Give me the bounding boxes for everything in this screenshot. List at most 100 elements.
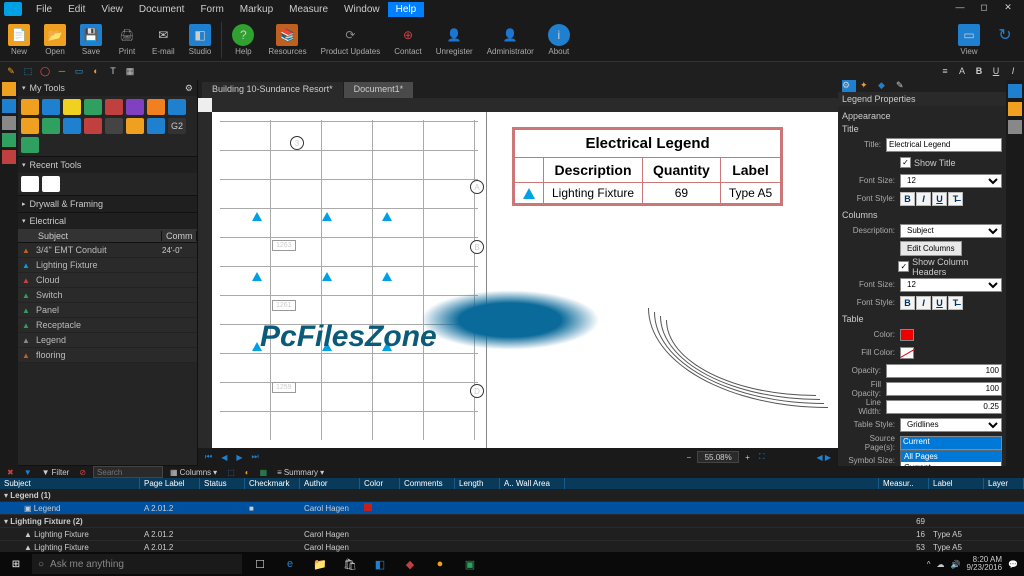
tool-item[interactable] xyxy=(42,118,60,134)
tool-item[interactable] xyxy=(63,99,81,115)
menu-view[interactable]: View xyxy=(93,2,131,17)
sourcepages-select[interactable]: Current xyxy=(900,436,1002,450)
nav-last[interactable]: ⏭ xyxy=(249,452,262,462)
tool-item[interactable] xyxy=(168,99,186,115)
strip-tab-5[interactable] xyxy=(2,150,16,164)
columns-button[interactable]: ▦ Columns ▾ xyxy=(167,468,220,477)
qb-tool-6[interactable]: ◐ xyxy=(89,64,103,78)
menu-measure[interactable]: Measure xyxy=(281,2,336,17)
italic-button[interactable]: I xyxy=(916,192,931,206)
tool-item[interactable] xyxy=(21,137,39,153)
grid-row[interactable]: ▲ Lighting FixtureA 2.01.2Carol Hagen16T… xyxy=(0,528,1024,541)
ribbon-new[interactable]: 📄New xyxy=(4,24,34,56)
notifications-icon[interactable]: 💬 xyxy=(1008,560,1018,569)
tool-item[interactable] xyxy=(42,99,60,115)
underline-button[interactable]: U xyxy=(932,296,947,310)
electrical-item[interactable]: ▲Switch xyxy=(18,288,197,303)
props-tab-4[interactable]: ✎ xyxy=(896,80,910,92)
qb-tool-1[interactable]: ✎ xyxy=(4,64,18,78)
qb-tool-2[interactable]: ⬚ xyxy=(21,64,35,78)
canvas[interactable]: 3 1263 1261 1259 A B C D Electr xyxy=(198,98,838,448)
linewidth-input[interactable] xyxy=(886,400,1002,414)
bold-button[interactable]: B xyxy=(900,192,915,206)
ribbon-save[interactable]: 💾Save xyxy=(76,24,106,56)
dropdown-option[interactable]: Current xyxy=(901,462,1001,467)
tool-item[interactable] xyxy=(63,118,81,134)
qb-align[interactable]: ≡ xyxy=(938,64,952,78)
electrical-item[interactable]: ▲Panel xyxy=(18,303,197,318)
menu-document[interactable]: Document xyxy=(131,2,193,17)
menu-help[interactable]: Help xyxy=(388,2,425,17)
lighting-fixture-icon[interactable] xyxy=(382,272,392,281)
show-title-checkbox[interactable]: ✓ xyxy=(900,157,911,168)
bold-button[interactable]: B xyxy=(900,296,915,310)
gear-icon[interactable]: ⚙ xyxy=(185,83,193,94)
tray-up-icon[interactable]: ^ xyxy=(927,560,931,569)
menu-markup[interactable]: Markup xyxy=(232,2,281,17)
grid-group[interactable]: ▾ Lighting Fixture (2)69 xyxy=(0,515,1024,528)
tool-item[interactable] xyxy=(21,99,39,115)
grid-row[interactable]: ▣ LegendA 2.01.2■Carol Hagen xyxy=(0,502,1024,515)
tool-item[interactable] xyxy=(84,99,102,115)
lighting-fixture-icon[interactable] xyxy=(252,342,262,351)
electrical-item[interactable]: ▲flooring xyxy=(18,348,197,363)
menu-window[interactable]: Window xyxy=(336,2,388,17)
close-button[interactable]: ✕ xyxy=(996,2,1020,16)
lighting-fixture-icon[interactable] xyxy=(322,212,332,221)
strip-tab-1[interactable] xyxy=(2,82,16,96)
edge-icon[interactable]: e xyxy=(276,552,304,576)
filter-button[interactable]: ▼ Filter xyxy=(39,468,73,477)
show-headers-checkbox[interactable]: ✓ xyxy=(898,261,909,272)
color-swatch[interactable] xyxy=(900,329,914,341)
lighting-fixture-icon[interactable] xyxy=(382,212,392,221)
nav-prev[interactable]: ◀ xyxy=(218,453,230,462)
tool-item[interactable] xyxy=(147,99,165,115)
page-nav[interactable]: ◀ ▶ xyxy=(813,453,834,462)
start-button[interactable]: ⊞ xyxy=(0,552,32,576)
electrical-item[interactable]: ▲Lighting Fixture xyxy=(18,258,197,273)
ribbon-admin[interactable]: 👤Administrator xyxy=(483,24,538,56)
bg-tool[interactable]: ▼ xyxy=(21,468,35,477)
menu-file[interactable]: File xyxy=(28,2,60,17)
qb-underline[interactable]: U xyxy=(989,64,1003,78)
zoom-input[interactable] xyxy=(697,451,739,463)
maximize-button[interactable]: ◻ xyxy=(972,2,996,16)
qb-tool-3[interactable]: ◯ xyxy=(38,64,52,78)
qb-tool-4[interactable]: ─ xyxy=(55,64,69,78)
app-icon[interactable]: ◆ xyxy=(396,552,424,576)
lighting-fixture-icon[interactable] xyxy=(322,272,332,281)
strip-tab-4[interactable] xyxy=(2,133,16,147)
electrical-item[interactable]: ▲Receptacle xyxy=(18,318,197,333)
tablestyle-select[interactable]: Gridlines xyxy=(900,418,1002,432)
lighting-fixture-icon[interactable] xyxy=(252,272,262,281)
tool-item[interactable]: G2 xyxy=(168,118,186,134)
fontsize-select[interactable]: 12 xyxy=(900,174,1002,188)
app-icon[interactable]: ● xyxy=(426,552,454,576)
nav-next[interactable]: ▶ xyxy=(233,453,245,462)
strip-tab-3[interactable] xyxy=(2,116,16,130)
bg-tool[interactable]: ◐ xyxy=(242,468,253,477)
lighting-fixture-icon[interactable] xyxy=(322,342,332,351)
opacity-input[interactable] xyxy=(886,364,1002,378)
minimize-button[interactable]: — xyxy=(948,2,972,16)
qb-tool-8[interactable]: ▦ xyxy=(123,64,137,78)
search-input[interactable] xyxy=(93,466,163,478)
explorer-icon[interactable]: 📁 xyxy=(306,552,334,576)
mytools-header[interactable]: ▾My Tools⚙ xyxy=(18,80,197,96)
tool-item[interactable] xyxy=(105,118,123,134)
italic-button[interactable]: I xyxy=(916,296,931,310)
desc-select[interactable]: Subject xyxy=(900,224,1002,238)
rstrip-2[interactable] xyxy=(1008,102,1022,116)
ribbon-about[interactable]: iAbout xyxy=(544,24,574,56)
ribbon-print[interactable]: 🖨Print xyxy=(112,24,142,56)
summary-button[interactable]: ≡ Summary ▾ xyxy=(274,468,327,477)
zoom-in[interactable]: + xyxy=(742,453,753,462)
tab-document1[interactable]: Document1* xyxy=(344,82,414,98)
electrical-item[interactable]: ▲Legend xyxy=(18,333,197,348)
tool-item[interactable] xyxy=(126,118,144,134)
volume-icon[interactable]: 🔊 xyxy=(950,560,960,569)
rstrip-1[interactable] xyxy=(1008,84,1022,98)
tool-item[interactable] xyxy=(21,118,39,134)
menu-form[interactable]: Form xyxy=(192,2,231,17)
lighting-fixture-icon[interactable] xyxy=(382,342,392,351)
